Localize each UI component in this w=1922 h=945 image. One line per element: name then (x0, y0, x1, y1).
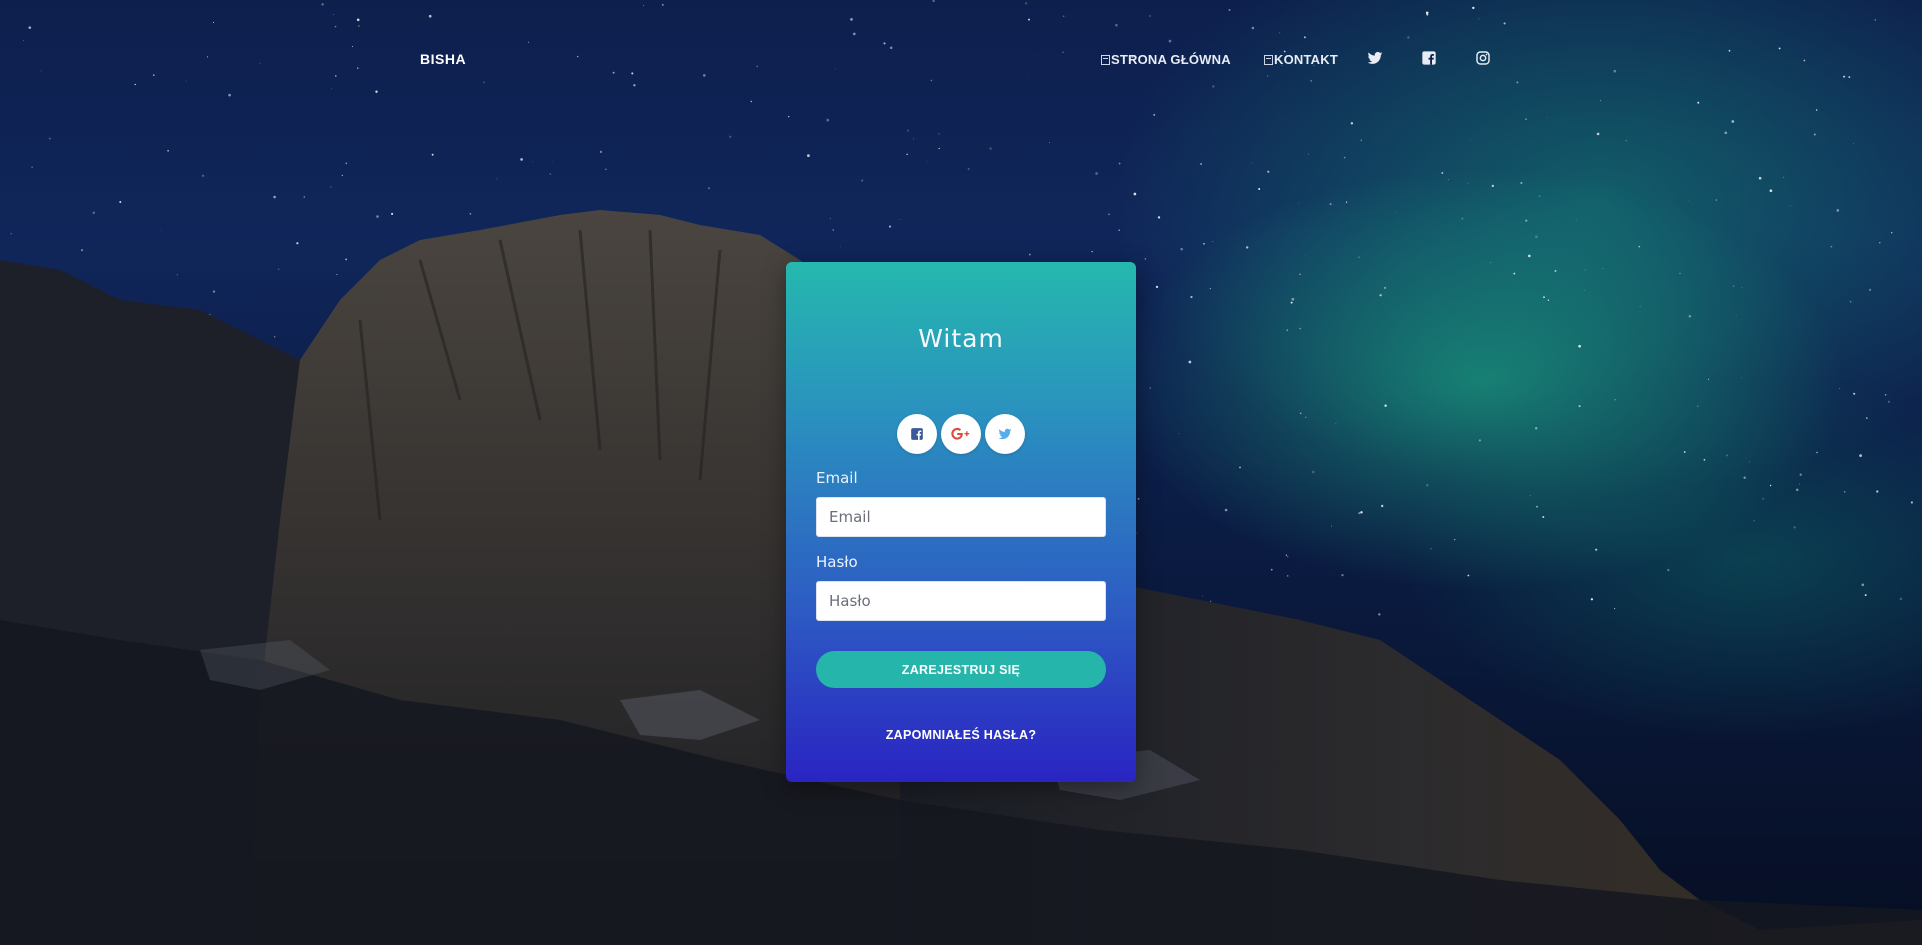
brand-logo[interactable]: BISHA (420, 51, 466, 67)
google-plus-login-button[interactable] (941, 414, 981, 454)
card-title: Witam (918, 324, 1004, 353)
nav-link-home[interactable]: STRONA GŁÓWNA (1101, 52, 1231, 67)
login-card: Witam Email Hasło ZAREJESTRUJ SIĘ ZAPOMN… (786, 262, 1136, 782)
nav-link-contact-label: KONTAKT (1274, 52, 1338, 67)
twitter-login-button[interactable] (985, 414, 1025, 454)
twitter-icon[interactable] (1367, 50, 1383, 66)
nav-link-home-label: STRONA GŁÓWNA (1111, 52, 1231, 67)
twitter-icon (998, 428, 1012, 440)
home-icon (1101, 54, 1110, 65)
facebook-login-button[interactable] (897, 414, 937, 454)
social-login-buttons (897, 414, 1025, 454)
email-label: Email (816, 469, 858, 487)
password-field[interactable] (816, 581, 1106, 621)
facebook-icon[interactable] (1421, 50, 1437, 66)
nav-link-contact[interactable]: KONTAKT (1264, 52, 1338, 67)
facebook-icon (911, 428, 923, 440)
google-plus-icon (951, 427, 970, 440)
forgot-password-link[interactable]: ZAPOMNIAŁEŚ HASŁA? (786, 728, 1136, 742)
register-button[interactable]: ZAREJESTRUJ SIĘ (816, 651, 1106, 688)
instagram-icon[interactable] (1475, 50, 1491, 66)
password-label: Hasło (816, 553, 858, 571)
contact-icon (1264, 54, 1273, 65)
email-field[interactable] (816, 497, 1106, 537)
top-nav: BISHA STRONA GŁÓWNA KONTAKT (0, 48, 1922, 72)
